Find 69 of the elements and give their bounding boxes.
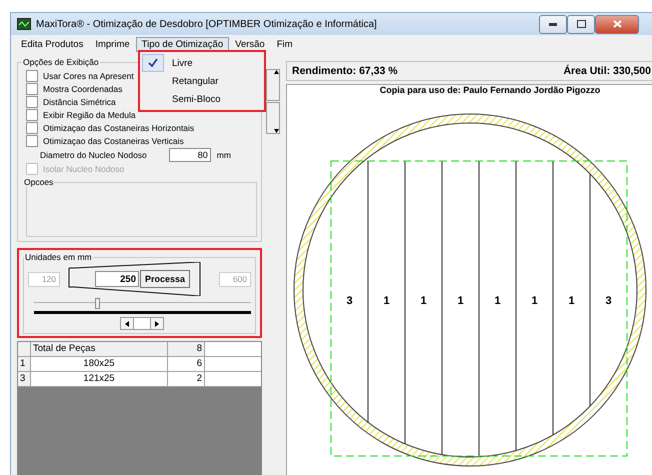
value-field[interactable]: 250 bbox=[95, 271, 139, 287]
board-label: 1 bbox=[457, 295, 464, 307]
checkbox-label: Usar Cores na Apresent bbox=[43, 70, 134, 80]
yield-text: Rendimento: 67,33 % bbox=[292, 65, 398, 77]
board-label: 3 bbox=[346, 295, 353, 307]
board-label: 1 bbox=[568, 295, 575, 307]
row-number: 3 bbox=[18, 372, 31, 387]
checkbox[interactable] bbox=[26, 82, 38, 94]
menu-option[interactable]: Semi-Bloco bbox=[142, 90, 262, 108]
area-text: Área Util: 330,500 bbox=[563, 65, 651, 77]
check-icon bbox=[142, 54, 164, 72]
menu-item[interactable]: Tipo de Otimização bbox=[136, 36, 230, 52]
scroll-up-button[interactable] bbox=[266, 69, 280, 101]
group-title: Opcoes bbox=[23, 177, 54, 187]
checkbox-label: Distância Simétrica bbox=[43, 96, 116, 106]
table-cell: 6 bbox=[168, 357, 205, 372]
board-label: 1 bbox=[420, 295, 427, 307]
checkbox[interactable] bbox=[26, 108, 38, 120]
diameter-label: Diametro do Nucleo Nodoso bbox=[40, 150, 147, 160]
slider-thumb[interactable] bbox=[94, 298, 100, 309]
menu-option[interactable]: Livre bbox=[142, 54, 262, 72]
menu-option[interactable]: Retangular bbox=[142, 72, 262, 90]
scroll-down-button[interactable] bbox=[266, 102, 280, 134]
group-title: Unidades em mm bbox=[24, 252, 93, 262]
row-number: 1 bbox=[18, 357, 31, 372]
menu-item[interactable]: Versão bbox=[229, 36, 271, 52]
corner-cell bbox=[18, 342, 31, 357]
scroll-left-button[interactable] bbox=[120, 317, 134, 330]
app-icon bbox=[17, 18, 31, 30]
up-arrow-icon bbox=[274, 70, 279, 74]
checkbox-label: Otimizaçao das Costaneiras Horizontais bbox=[43, 122, 194, 132]
right-arrow-icon bbox=[154, 320, 158, 326]
window-title: MaxiTora® - Otimização de Desdobro [OPTIMBER Otimização e Informática] bbox=[36, 18, 377, 30]
table-header: 8 bbox=[168, 342, 205, 357]
left-arrow-icon bbox=[124, 320, 128, 326]
scroll-right-button[interactable] bbox=[150, 317, 164, 330]
board-label: 3 bbox=[605, 295, 612, 307]
close-button[interactable] bbox=[595, 14, 639, 34]
menu-item[interactable]: Edita Produtos bbox=[15, 36, 90, 52]
checkbox[interactable] bbox=[26, 122, 38, 134]
table-cell: 2 bbox=[168, 372, 205, 387]
scroll-thumb[interactable] bbox=[134, 317, 150, 330]
maximize-button[interactable] bbox=[567, 14, 595, 34]
checkbox-label: Isolar Nucleo Nodoso bbox=[43, 164, 124, 174]
board-label: 1 bbox=[531, 295, 538, 307]
minimize-icon bbox=[549, 22, 557, 26]
checkbox-label: Otimizaçao das Costaneiras Verticais bbox=[43, 136, 184, 146]
table-cell: 121x25 bbox=[31, 372, 168, 387]
checkbox[interactable] bbox=[26, 70, 38, 82]
board-label: 1 bbox=[383, 295, 390, 307]
unit-label: mm bbox=[216, 150, 231, 160]
table-cell: 180x25 bbox=[31, 357, 168, 372]
license-text: Copia para uso de: Paulo Fernando Jordão Pigozzo bbox=[380, 85, 600, 95]
taper-icon bbox=[68, 262, 203, 296]
board-label: 1 bbox=[494, 295, 501, 307]
maximize-icon bbox=[576, 20, 586, 28]
menu-item[interactable]: Fim bbox=[270, 36, 299, 52]
diameter-field[interactable]: 80 bbox=[168, 148, 211, 162]
minimize-button[interactable] bbox=[539, 14, 567, 34]
table-header: Total de Peças bbox=[31, 342, 168, 357]
down-arrow-icon bbox=[274, 129, 279, 133]
checkbox-label: Mostra Coordenadas bbox=[43, 84, 122, 94]
checkbox-label: Exibir Região da Medula bbox=[43, 110, 136, 120]
close-icon bbox=[612, 20, 622, 28]
menu-item[interactable]: Imprime bbox=[89, 36, 136, 52]
checkbox[interactable] bbox=[26, 96, 38, 108]
checkbox[interactable] bbox=[26, 134, 38, 146]
group-title: Opções de Exibição bbox=[22, 57, 100, 67]
process-button[interactable]: Processa bbox=[140, 270, 190, 288]
